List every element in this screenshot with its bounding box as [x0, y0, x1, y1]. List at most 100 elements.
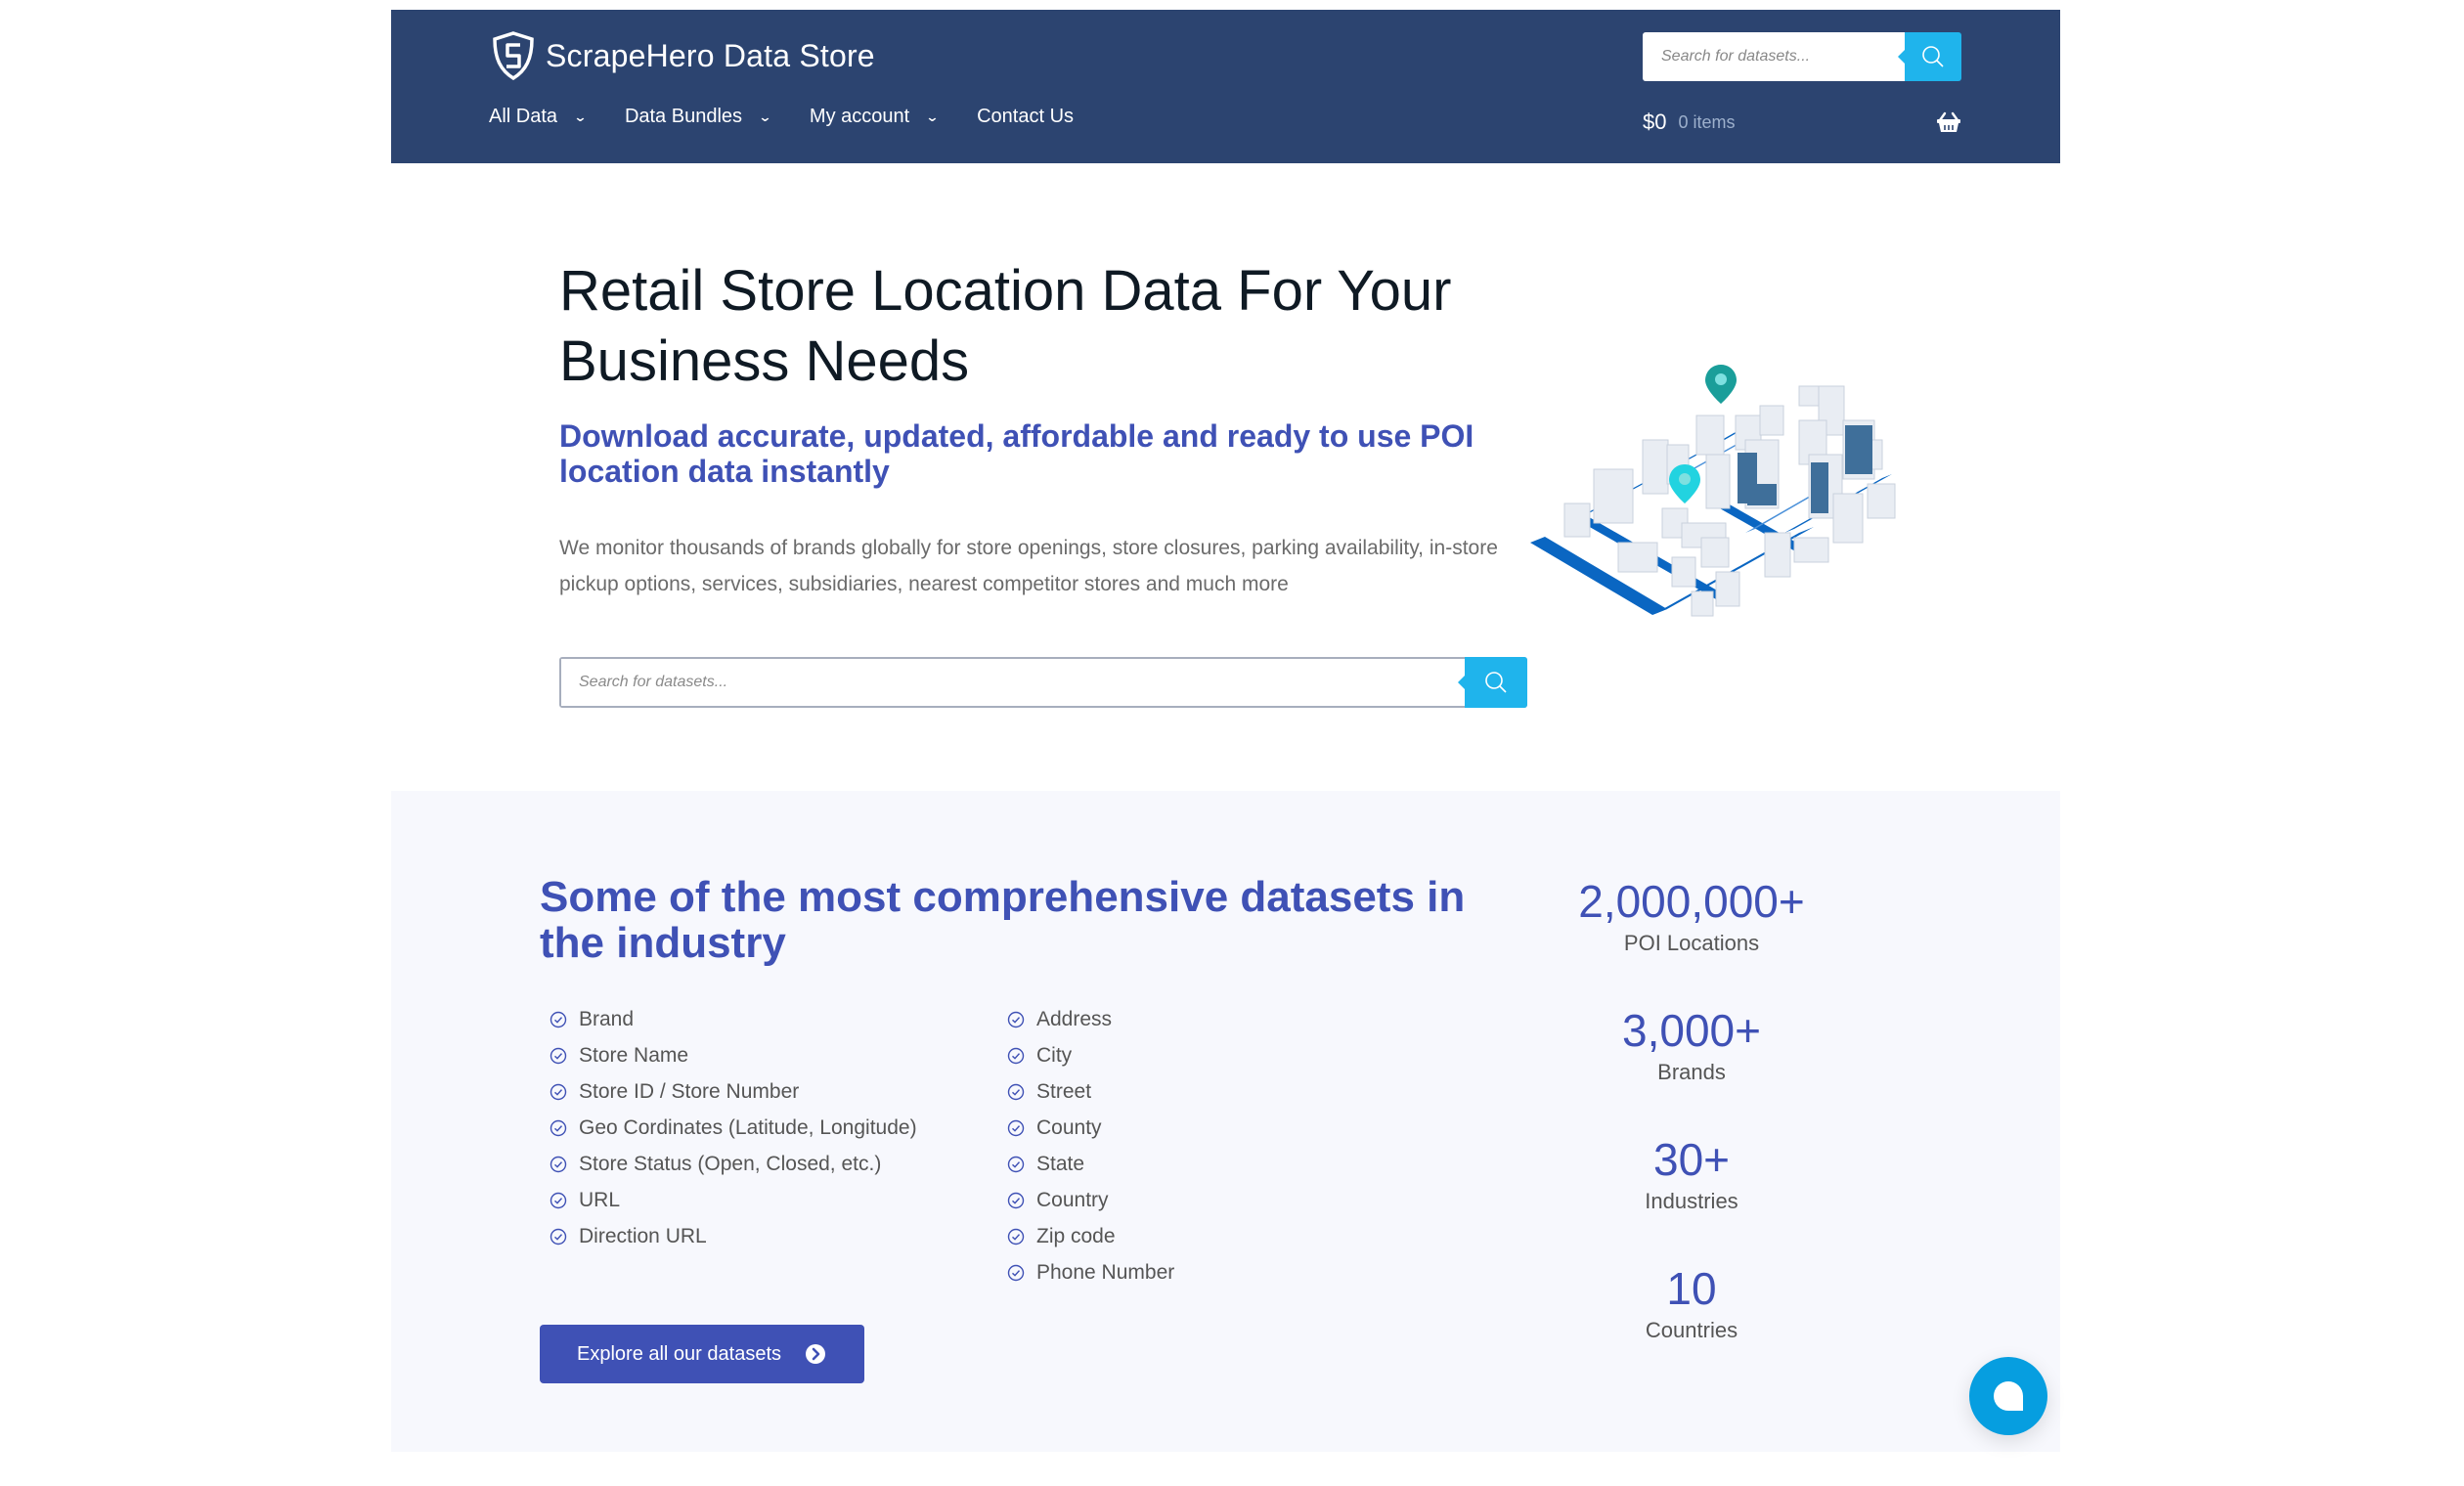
dataset-field-item: URL: [550, 1182, 917, 1218]
stat-industries: 30+ Industries: [1545, 1132, 1838, 1261]
stat-countries: 10 Countries: [1545, 1261, 1838, 1390]
dataset-field-item: Address: [1007, 1001, 1174, 1037]
check-circle-icon: [550, 1119, 567, 1136]
explore-datasets-button[interactable]: Explore all our datasets: [540, 1325, 864, 1383]
check-circle-icon: [550, 1228, 567, 1245]
chat-bubble-icon: [1994, 1381, 2023, 1411]
stat-label: Brands: [1657, 1060, 1726, 1084]
hero-search-button[interactable]: [1458, 657, 1527, 708]
nav-label: My account: [809, 106, 910, 127]
check-circle-icon: [1007, 1264, 1025, 1281]
chevron-down-icon: ⌄: [758, 109, 772, 124]
basket-icon[interactable]: [1936, 111, 1961, 133]
datasets-section: Some of the most comprehensive datasets …: [391, 791, 2060, 1452]
chevron-right-circle-icon: [806, 1344, 826, 1364]
dataset-field-item: County: [1007, 1110, 1174, 1146]
stats-panel: 2,000,000+ POI Locations 3,000+ Brands 3…: [1545, 874, 1838, 1390]
dataset-field-label: County: [1036, 1115, 1102, 1139]
check-circle-icon: [1007, 1083, 1025, 1100]
dataset-field-label: Phone Number: [1036, 1260, 1175, 1284]
hero-title: Retail Store Location Data For Your Busi…: [559, 259, 1452, 393]
dataset-field-label: Geo Cordinates (Latitude, Longitude): [579, 1115, 917, 1139]
stat-label: Countries: [1645, 1318, 1738, 1342]
dataset-field-label: Street: [1036, 1079, 1092, 1103]
dataset-field-label: Brand: [579, 1007, 635, 1030]
nav-label: Data Bundles: [624, 106, 743, 127]
search-icon: [1485, 672, 1507, 693]
dataset-field-item: City: [1007, 1037, 1174, 1073]
site-logo[interactable]: ScrapeHero Data Store: [491, 31, 875, 80]
dataset-field-item: Brand: [550, 1001, 917, 1037]
nav-label: Contact Us: [977, 106, 1075, 127]
dataset-field-label: Store Name: [579, 1043, 689, 1067]
check-circle-icon: [550, 1083, 567, 1100]
isometric-city-illustration: [1530, 365, 1896, 617]
stat-value: 30+: [1652, 1134, 1731, 1185]
dataset-field-item: Direction URL: [550, 1218, 917, 1254]
dataset-fields-column-1: Brand Store Name Store ID / Store Number…: [550, 1001, 917, 1254]
map-pin-icon: [1705, 365, 1737, 404]
cart-amount: $0: [1643, 109, 1667, 134]
dataset-field-item: Phone Number: [1007, 1254, 1174, 1290]
hero-search: [559, 657, 1527, 708]
hero-search-input[interactable]: [561, 659, 1465, 706]
nav-data-bundles[interactable]: Data Bundles ⌄: [624, 106, 772, 128]
stat-poi-locations: 2,000,000+ POI Locations: [1545, 874, 1838, 1003]
shield-logo-icon: [493, 31, 534, 80]
dataset-field-label: Country: [1036, 1188, 1109, 1211]
explore-button-label: Explore all our datasets: [577, 1342, 782, 1365]
main-nav: All Data ⌄ Data Bundles ⌄ My account ⌄ C…: [489, 106, 1074, 128]
header-search-input[interactable]: [1643, 32, 1905, 81]
nav-my-account[interactable]: My account ⌄: [809, 106, 940, 128]
dataset-field-item: Store Status (Open, Closed, etc.): [550, 1146, 917, 1182]
dataset-field-item: Country: [1007, 1182, 1174, 1218]
chevron-down-icon: ⌄: [573, 109, 588, 124]
dataset-field-item: Street: [1007, 1073, 1174, 1110]
check-circle-icon: [1007, 1011, 1025, 1027]
dataset-field-label: URL: [579, 1188, 621, 1211]
search-icon: [1922, 46, 1944, 67]
check-circle-icon: [550, 1156, 567, 1172]
chevron-down-icon: ⌄: [925, 109, 940, 124]
stat-value: 2,000,000+: [1578, 876, 1805, 927]
nav-label: All Data: [489, 106, 558, 127]
stat-value: 10: [1666, 1263, 1717, 1314]
check-circle-icon: [1007, 1047, 1025, 1064]
check-circle-icon: [550, 1192, 567, 1208]
check-circle-icon: [550, 1047, 567, 1064]
dataset-field-label: Direction URL: [579, 1224, 707, 1247]
dataset-field-item: Store Name: [550, 1037, 917, 1073]
check-circle-icon: [550, 1011, 567, 1027]
cart-item-count: 0 items: [1678, 111, 1736, 132]
dataset-field-item: State: [1007, 1146, 1174, 1182]
nav-all-data[interactable]: All Data ⌄: [489, 106, 588, 128]
check-circle-icon: [1007, 1228, 1025, 1245]
dataset-field-label: Store ID / Store Number: [579, 1079, 800, 1103]
dataset-field-item: Store ID / Store Number: [550, 1073, 917, 1110]
dataset-field-label: State: [1036, 1152, 1085, 1175]
stat-value: 3,000+: [1622, 1005, 1761, 1056]
site-header: ScrapeHero Data Store All Data ⌄ Data Bu…: [391, 10, 2060, 163]
datasets-title: Some of the most comprehensive datasets …: [540, 873, 1466, 967]
hero-description: We monitor thousands of brands globally …: [559, 537, 1498, 595]
dataset-field-label: City: [1036, 1043, 1073, 1067]
map-pin-icon: [1669, 464, 1700, 503]
dataset-field-item: Zip code: [1007, 1218, 1174, 1254]
header-search-button[interactable]: [1898, 32, 1961, 81]
check-circle-icon: [1007, 1192, 1025, 1208]
check-circle-icon: [1007, 1119, 1025, 1136]
chat-widget-button[interactable]: [1969, 1357, 2047, 1435]
header-search: [1643, 32, 1961, 81]
logo-text: ScrapeHero Data Store: [546, 37, 875, 73]
stat-label: POI Locations: [1623, 931, 1760, 955]
dataset-fields-column-2: Address City Street County State Country…: [1007, 1001, 1174, 1290]
stat-brands: 3,000+ Brands: [1545, 1003, 1838, 1132]
dataset-field-item: Geo Cordinates (Latitude, Longitude): [550, 1110, 917, 1146]
stat-label: Industries: [1645, 1189, 1738, 1213]
hero-subtitle: Download accurate, updated, affordable a…: [559, 418, 1474, 489]
cart-summary[interactable]: $0 0 items: [1643, 109, 1961, 135]
dataset-field-label: Address: [1036, 1007, 1113, 1030]
dataset-field-label: Store Status (Open, Closed, etc.): [579, 1152, 882, 1175]
nav-contact-us[interactable]: Contact Us: [977, 106, 1074, 128]
dataset-field-label: Zip code: [1036, 1224, 1116, 1247]
